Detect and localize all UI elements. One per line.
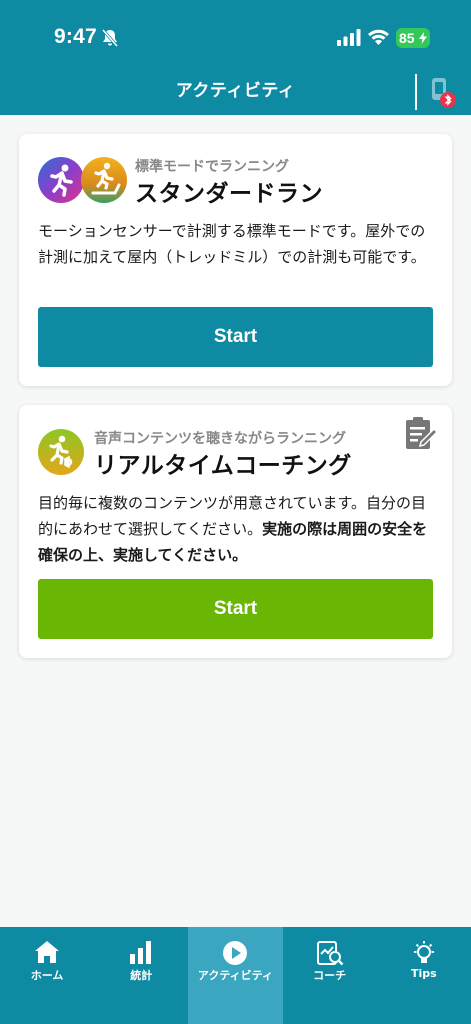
clipboard-edit-icon[interactable] xyxy=(404,417,438,451)
play-icon xyxy=(223,941,248,965)
tab-coach-label: コーチ xyxy=(313,969,347,982)
coaching-runner-icon xyxy=(38,429,84,475)
status-bar: 9:47 85 xyxy=(0,0,471,64)
tab-activity-label: アクティビティ xyxy=(197,969,274,982)
battery-indicator: 85 xyxy=(396,28,430,48)
status-time: 9:47 xyxy=(54,25,97,48)
coach-icon xyxy=(316,941,344,966)
standard-run-start-button[interactable]: Start xyxy=(38,307,433,367)
cellular-signal-icon xyxy=(337,29,361,46)
realtime-coaching-card: 音声コンテンツを聴きながらランニング リアルタイムコーチング 目的毎に複数のコン… xyxy=(19,405,452,658)
lightbulb-icon xyxy=(413,941,434,963)
standard-run-title: スタンダードラン xyxy=(135,181,323,207)
runner-icon xyxy=(38,157,84,203)
realtime-coaching-title: リアルタイムコーチング xyxy=(94,453,352,479)
page-title: アクティビティ xyxy=(175,81,296,101)
tab-home-label: ホーム xyxy=(30,969,64,982)
standard-run-card: 標準モードでランニング スタンダードラン モーションセンサーで計測する標準モード… xyxy=(19,134,452,386)
tab-tips[interactable]: Tips xyxy=(377,927,471,1024)
realtime-coaching-description: 目的毎に複数のコンテンツが用意されています。自分の目的にあわせて選択してください… xyxy=(38,490,438,568)
tab-stats[interactable]: 統計 xyxy=(94,927,188,1024)
tab-coach[interactable]: コーチ xyxy=(283,927,377,1024)
bell-off-icon xyxy=(101,29,119,47)
treadmill-runner-icon xyxy=(81,157,127,203)
standard-run-description: モーションセンサーで計測する標準モードです。屋外での計測に加えて屋内（トレッドミ… xyxy=(38,222,426,266)
header-divider xyxy=(415,74,417,110)
home-icon xyxy=(35,941,60,963)
tab-stats-label: 統計 xyxy=(130,969,153,982)
tab-home[interactable]: ホーム xyxy=(0,927,94,1024)
tab-activity[interactable]: アクティビティ xyxy=(188,927,283,1024)
standard-run-subtitle: 標準モードでランニング xyxy=(135,159,289,175)
battery-level: 85 xyxy=(399,30,415,46)
charging-bolt-icon xyxy=(419,32,427,44)
realtime-coaching-subtitle: 音声コンテンツを聴きながらランニング xyxy=(94,431,346,447)
realtime-coaching-start-button[interactable]: Start xyxy=(38,579,433,639)
wifi-icon xyxy=(368,29,389,45)
stats-icon xyxy=(130,941,152,964)
tab-tips-label: Tips xyxy=(410,967,437,980)
bottom-tab-bar: ホーム 統計 アクティビティ コーチ Tips xyxy=(0,927,471,1024)
app-header: 9:47 85 アクティビティ xyxy=(0,0,471,115)
device-disconnected-icon[interactable] xyxy=(426,76,462,112)
